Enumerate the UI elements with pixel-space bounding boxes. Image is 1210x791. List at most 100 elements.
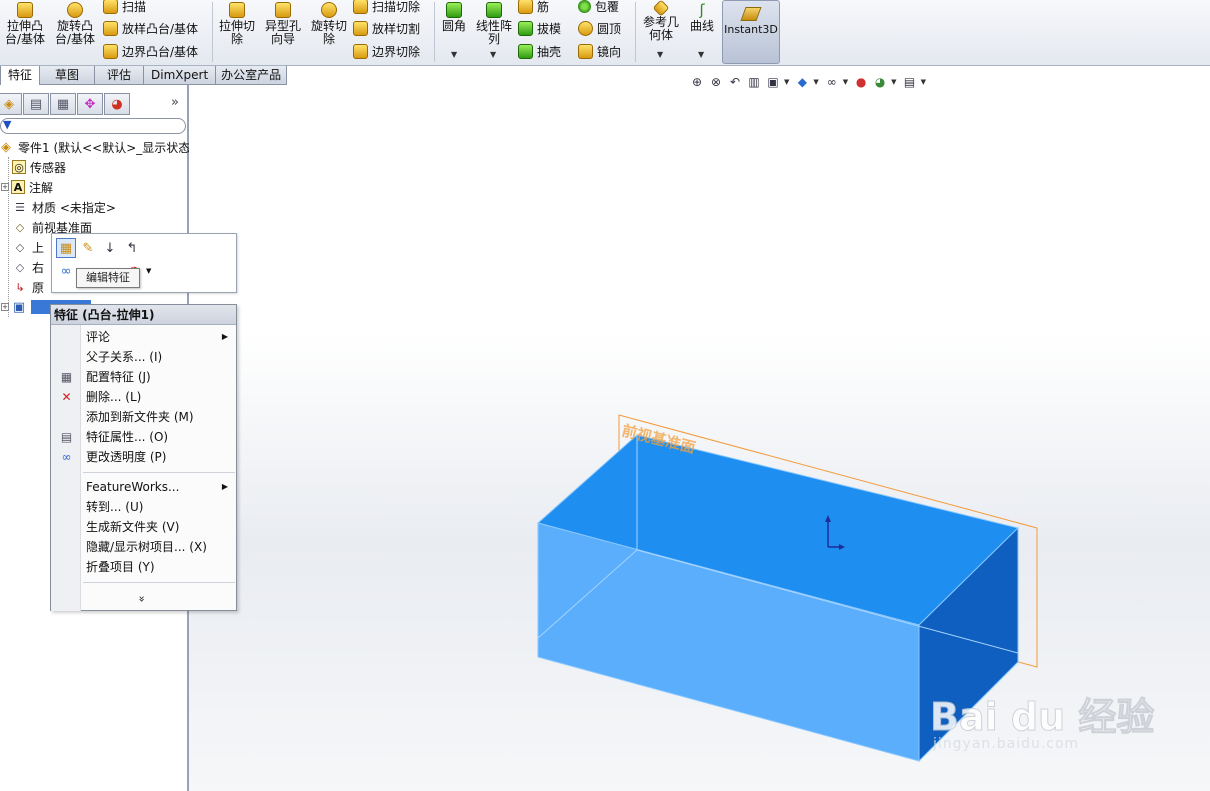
hide-show-dropdown-icon[interactable]: ▼ <box>843 78 848 86</box>
view-settings-icon[interactable]: ▤ <box>902 74 918 90</box>
curves-button[interactable]: ʃ 曲线 <box>686 2 718 33</box>
extrude-boss-label: 拉伸凸 台/基体 <box>4 19 46 46</box>
rollback-button[interactable]: ↓ <box>100 238 120 258</box>
menu-item-hide-show-tree-items[interactable]: 隐藏/显示树项目... (X) <box>51 537 236 557</box>
hole-wizard-button[interactable]: 异型孔 向导 <box>261 2 305 46</box>
apply-scene-icon[interactable]: ◕ <box>872 74 888 90</box>
curves-dropdown-icon[interactable]: ▼ <box>698 50 704 59</box>
expand-panel-icon[interactable]: » <box>171 95 179 110</box>
menu-item-collapse-items[interactable]: 折叠项目 (Y) <box>51 557 236 577</box>
tree-item-part[interactable]: ◈ 零件1 (默认<<默认>_显示状态 <box>0 137 190 157</box>
extrude-cut-button[interactable]: 拉伸切 除 <box>216 2 258 46</box>
fillet-dropdown-icon[interactable]: ▼ <box>451 50 457 59</box>
tree-item-annotations[interactable]: + A 注解 <box>0 177 53 197</box>
apply-scene-dropdown-icon[interactable]: ▼ <box>891 78 896 86</box>
menu-item-create-new-folder[interactable]: 生成新文件夹 (V) <box>51 517 236 537</box>
tree-filter-input[interactable]: ▼ <box>0 118 186 134</box>
shell-label: 抽壳 <box>537 44 562 59</box>
undo-feature-button[interactable]: ↰ <box>122 238 142 258</box>
edit-appearance-icon[interactable]: ● <box>853 74 869 90</box>
reference-geometry-button[interactable]: 参考几 何体 <box>639 0 683 42</box>
menu-item-configure-feature[interactable]: ▦ 配置特征 (J) <box>51 367 236 387</box>
tab-office-products[interactable]: 办公室产品 <box>215 66 288 85</box>
reference-geometry-dropdown-icon[interactable]: ▼ <box>657 50 663 59</box>
tree-item-top-plane[interactable]: ◇ 上 <box>12 237 44 257</box>
rib-button[interactable]: 筋 <box>518 0 549 16</box>
tree-item-origin[interactable]: ↳ 原 <box>12 277 44 297</box>
tree-item-sensors[interactable]: ◎ 传感器 <box>12 157 66 177</box>
revolve-boss-icon <box>67 2 83 18</box>
rib-label: 筋 <box>537 0 550 14</box>
menu-item-parent-child[interactable]: 父子关系... (I) <box>51 347 236 367</box>
menu-item-goto[interactable]: 转到... (U) <box>51 497 236 517</box>
dome-label: 圆顶 <box>597 21 622 36</box>
boundary-cut-button[interactable]: 边界切除 <box>353 41 420 61</box>
tree-item-material[interactable]: ☰ 材质 <未指定> <box>12 197 116 217</box>
dome-button[interactable]: 圆顶 <box>578 18 621 38</box>
graphics-area[interactable]: 前视基准面 ⊕ ⊗ ↶ ▥ ▣ ▼ ◆ ▼ ∞ ▼ ● ◕ ▼ ▤ ▼ Bai du 经验… <box>189 75 1210 791</box>
boundary-cut-icon <box>353 43 368 59</box>
tab-dimxpert[interactable]: DimXpert <box>143 66 217 85</box>
property-manager-tab-icon[interactable]: ▤ <box>23 93 49 115</box>
sweep-button[interactable]: 扫描 <box>103 0 146 16</box>
zoom-to-area-icon[interactable]: ⊗ <box>708 74 724 90</box>
view-orientation-icon[interactable]: ▣ <box>765 74 781 90</box>
display-style-dropdown-icon[interactable]: ▼ <box>813 78 818 86</box>
fillet-button[interactable]: 圆角 <box>438 2 470 33</box>
expand-boss-extrude-icon[interactable]: + <box>1 303 9 311</box>
dimxpert-manager-tab-icon[interactable]: ✥ <box>77 93 103 115</box>
extrude-boss-button[interactable]: 拉伸凸 台/基体 <box>2 2 48 46</box>
tree-item-top-plane-label: 上 <box>32 240 45 255</box>
configuration-manager-tab-icon[interactable]: ▦ <box>50 93 76 115</box>
feature-manager-tab-icon[interactable]: ◈ <box>0 93 22 115</box>
sensor-icon: ◎ <box>12 160 26 174</box>
menu-separator <box>83 472 235 473</box>
submenu-arrow-icon: ▶ <box>221 482 228 491</box>
menu-item-featureworks[interactable]: FeatureWorks... ▶ <box>51 477 236 497</box>
zoom-to-fit-icon[interactable]: ⊕ <box>689 74 705 90</box>
instant3d-button[interactable]: Instant3D <box>722 0 780 64</box>
menu-item-feature-properties[interactable]: ▤ 特征属性... (O) <box>51 427 236 447</box>
loft-boss-label: 放样凸台/基体 <box>122 21 199 36</box>
display-style-icon[interactable]: ◆ <box>794 74 810 90</box>
edit-feature-button[interactable]: ▦ <box>56 238 76 258</box>
previous-view-icon[interactable]: ↶ <box>727 74 743 90</box>
lofted-cut-icon <box>353 20 368 36</box>
loft-boss-button[interactable]: 放样凸台/基体 <box>103 18 198 38</box>
tab-features[interactable]: 特征 <box>0 66 41 85</box>
expand-annotations-icon[interactable]: + <box>1 183 9 191</box>
shell-button[interactable]: 抽壳 <box>518 41 561 61</box>
view-orientation-dropdown-icon[interactable]: ▼ <box>784 78 789 86</box>
menu-item-change-transparency[interactable]: ∞ 更改透明度 (P) <box>51 447 236 467</box>
lofted-cut-button[interactable]: 放样切割 <box>353 18 420 38</box>
tab-evaluate[interactable]: 评估 <box>94 66 145 85</box>
draft-icon <box>518 20 533 36</box>
edit-sketch-button[interactable]: ✎ <box>78 238 98 258</box>
origin-icon: ↳ <box>15 280 25 294</box>
menu-item-delete[interactable]: ✕ 删除... (L) <box>51 387 236 407</box>
hide-show-body-button[interactable]: ∞ <box>56 261 76 281</box>
menu-item-label: 特征属性... (O) <box>86 430 169 444</box>
view-settings-dropdown-icon[interactable]: ▼ <box>921 78 926 86</box>
menu-item-comment[interactable]: 评论 ▶ <box>51 327 236 347</box>
section-view-icon[interactable]: ▥ <box>746 74 762 90</box>
hide-show-items-icon[interactable]: ∞ <box>824 74 840 90</box>
menu-item-add-to-new-folder[interactable]: 添加到新文件夹 (M) <box>51 407 236 427</box>
revolve-boss-button[interactable]: 旋转凸 台/基体 <box>52 2 98 46</box>
appearance-dropdown-icon[interactable]: ▼ <box>146 267 151 275</box>
boundary-boss-button[interactable]: 边界凸台/基体 <box>103 41 198 61</box>
revolve-cut-button[interactable]: 旋转切 除 <box>308 2 350 46</box>
reference-geometry-icon <box>652 0 670 17</box>
menu-item-label: FeatureWorks... <box>86 480 180 494</box>
draft-label: 拔模 <box>537 21 562 36</box>
menu-expand-more-button[interactable]: » <box>51 589 236 609</box>
tree-item-right-plane[interactable]: ◇ 右 <box>12 257 44 277</box>
display-manager-tab-icon[interactable]: ◕ <box>104 93 130 115</box>
swept-cut-button[interactable]: 扫描切除 <box>353 0 420 16</box>
draft-button[interactable]: 拔模 <box>518 18 561 38</box>
linear-pattern-dropdown-icon[interactable]: ▼ <box>490 50 496 59</box>
wrap-button[interactable]: 包覆 <box>578 0 619 16</box>
linear-pattern-button[interactable]: 线性阵 列 <box>474 2 514 46</box>
mirror-button[interactable]: 镜向 <box>578 41 621 61</box>
tab-sketch[interactable]: 草图 <box>39 66 96 85</box>
